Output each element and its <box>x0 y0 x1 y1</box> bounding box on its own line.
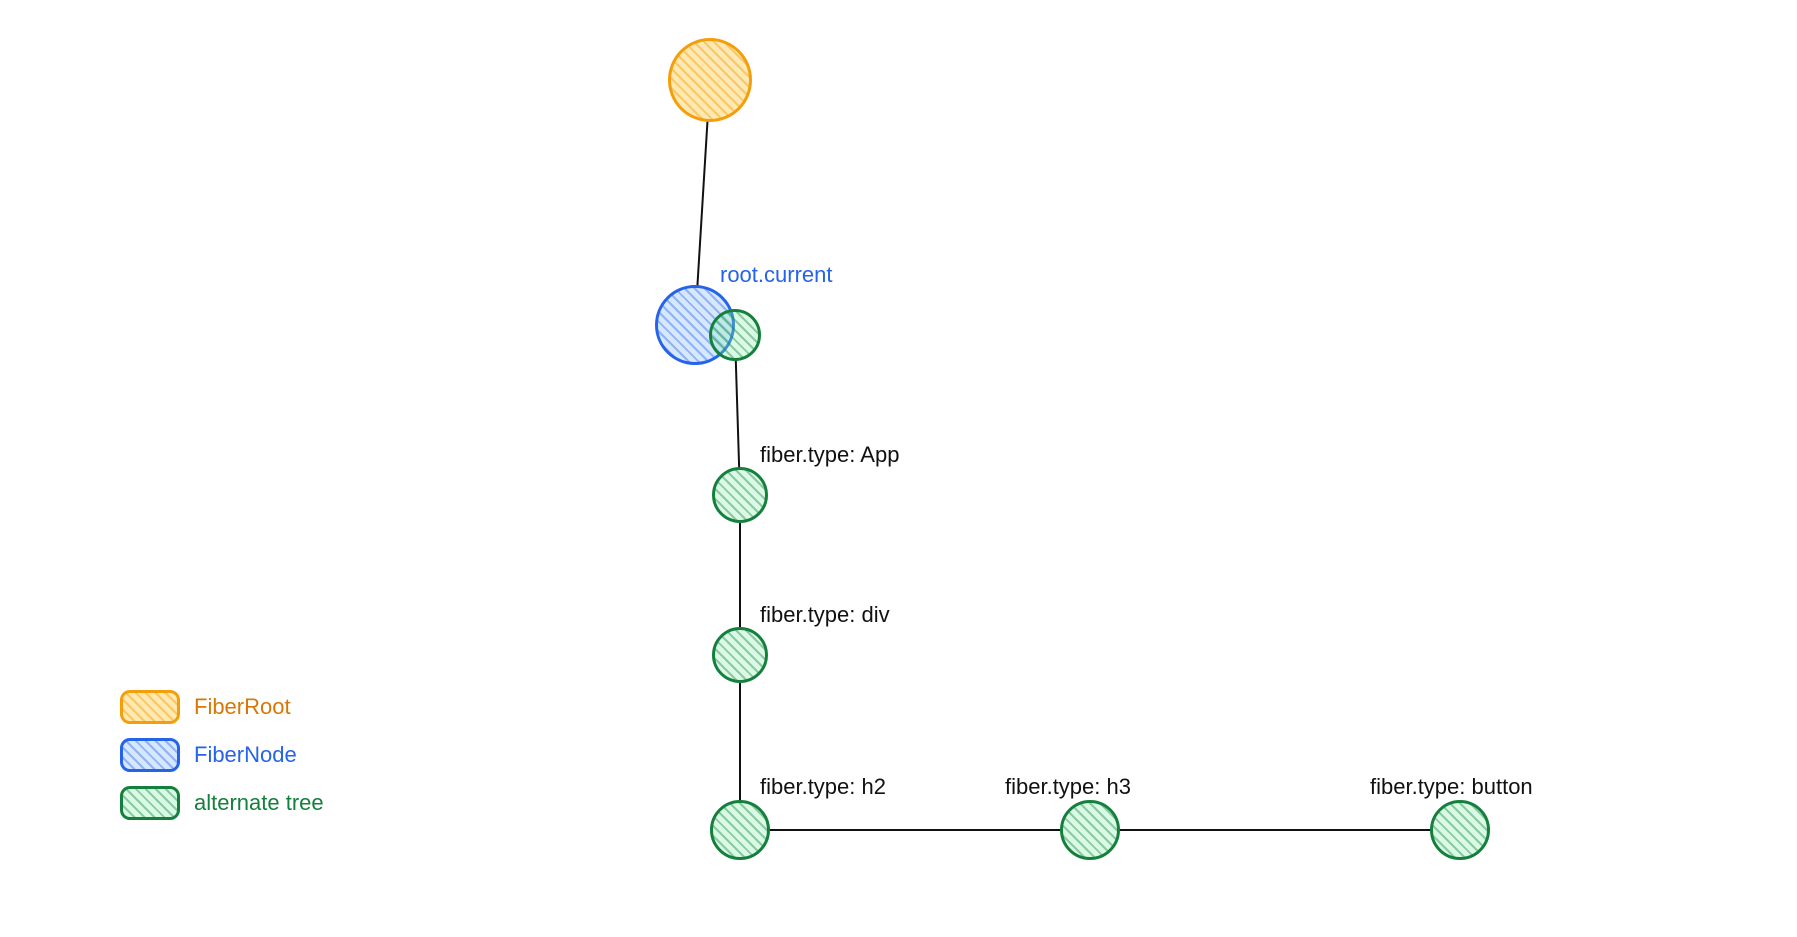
app-fiber-node <box>712 467 768 523</box>
legend-label-fiber-node: FiberNode <box>194 742 297 768</box>
h2-fiber-label: fiber.type: h2 <box>760 774 886 800</box>
div-fiber-label: fiber.type: div <box>760 602 890 628</box>
legend-label-fiber-root: FiberRoot <box>194 694 291 720</box>
diagram-stage: root.current fiber.type: App fiber.type:… <box>0 0 1797 937</box>
legend: FiberRoot FiberNode alternate tree <box>120 690 324 834</box>
app-fiber-label: fiber.type: App <box>760 442 899 468</box>
legend-swatch-green <box>120 786 180 820</box>
button-fiber-label: fiber.type: button <box>1370 774 1533 800</box>
button-fiber-node <box>1430 800 1490 860</box>
h3-fiber-label: fiber.type: h3 <box>1005 774 1131 800</box>
h2-fiber-node <box>710 800 770 860</box>
div-fiber-node <box>712 627 768 683</box>
legend-swatch-orange <box>120 690 180 724</box>
legend-row-alternate: alternate tree <box>120 786 324 820</box>
fiber-root-node <box>668 38 752 122</box>
h3-fiber-node <box>1060 800 1120 860</box>
root-current-label: root.current <box>720 262 833 288</box>
legend-swatch-blue <box>120 738 180 772</box>
legend-label-alternate: alternate tree <box>194 790 324 816</box>
legend-row-fiber-node: FiberNode <box>120 738 324 772</box>
root-current-alternate-node <box>709 309 761 361</box>
legend-row-fiber-root: FiberRoot <box>120 690 324 724</box>
